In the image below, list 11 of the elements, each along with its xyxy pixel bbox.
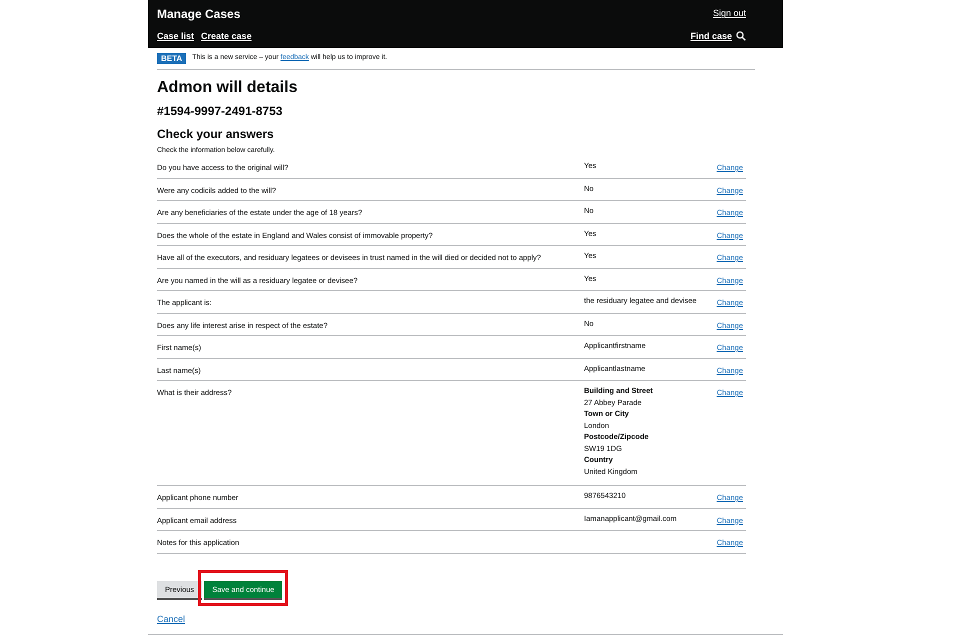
find-case-link[interactable]: Find case: [690, 30, 732, 43]
cancel-link[interactable]: Cancel: [157, 614, 186, 624]
case-number: #1594-9997-2491-8753: [157, 103, 284, 119]
page-title: Admon will details: [157, 78, 298, 98]
nav-link[interactable]: Case list: [157, 30, 194, 43]
nav-link[interactable]: Create case: [201, 30, 252, 43]
beta-tag: BETA: [157, 53, 186, 64]
service-title: Manage Cases: [157, 6, 240, 23]
section-title: Check your answers: [157, 126, 275, 142]
search-icon[interactable]: [736, 31, 746, 42]
sign-out-link[interactable]: Sign out: [712, 7, 746, 21]
